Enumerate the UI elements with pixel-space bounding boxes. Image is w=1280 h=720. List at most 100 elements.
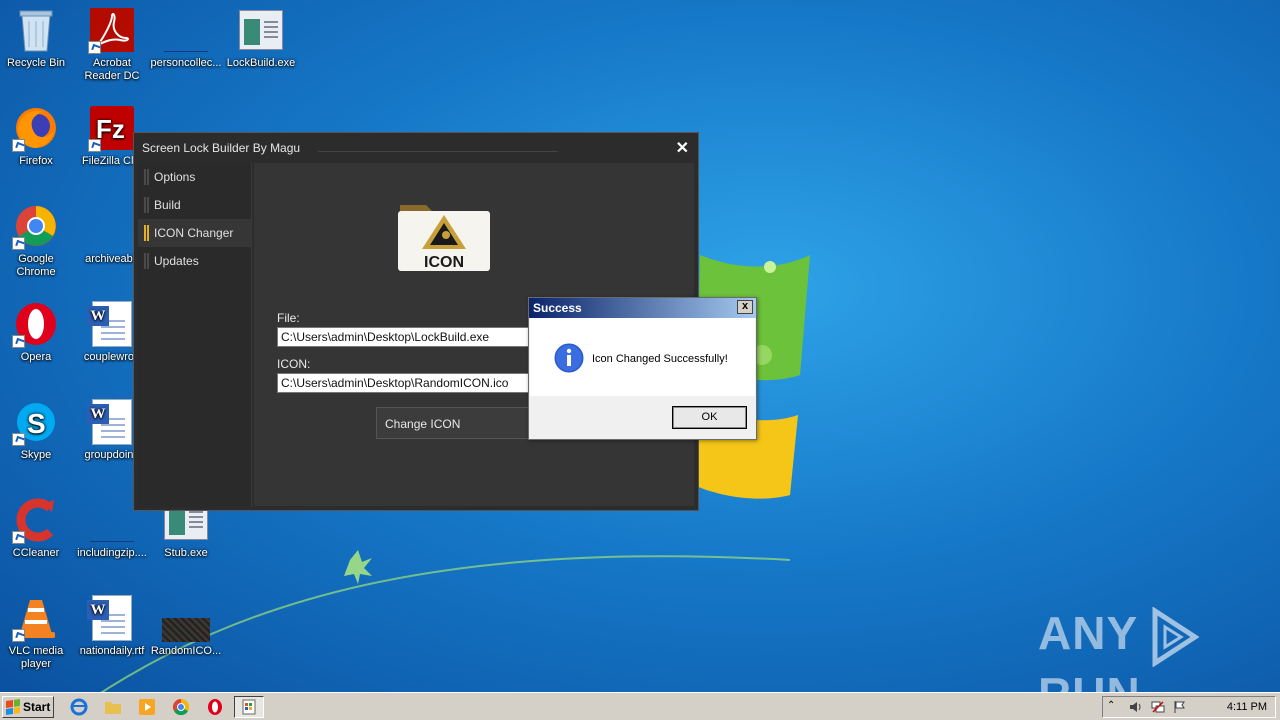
window-title: Screen Lock Builder By Magu <box>142 141 301 155</box>
dialog-body: Icon Changed Successfully! <box>530 318 755 396</box>
desktop-icon-label: personcollec... <box>150 57 222 69</box>
desktop-icon-skype[interactable]: S Skype <box>0 398 74 462</box>
volume-icon[interactable] <box>1129 700 1143 714</box>
desktop-icon-opera[interactable]: Opera <box>0 300 74 364</box>
folder-icon: ICON <box>398 205 490 271</box>
skype-icon: S <box>12 398 60 446</box>
sidebar-item-label: ICON Changer <box>154 226 234 240</box>
system-tray: ⌃ 4:11 PM <box>1102 696 1276 718</box>
desktop-icon-chrome[interactable]: Google Chrome <box>0 202 74 279</box>
recycle-bin-icon <box>12 6 60 54</box>
sidebar-item-icon-changer[interactable]: ICON Changer <box>138 219 251 247</box>
ok-button[interactable]: OK <box>672 406 747 429</box>
media-player-icon[interactable] <box>138 698 156 716</box>
nav-marker <box>144 225 146 241</box>
desktop-icon-randomico[interactable]: RandomICO... <box>148 594 224 658</box>
desktop-icon-nationdaily[interactable]: W nationdaily.rtf <box>74 594 150 658</box>
desktop-icon-acrobat[interactable]: Acrobat Reader DC <box>74 6 150 83</box>
start-button[interactable]: Start <box>2 696 54 718</box>
watermark-text: ANY <box>1038 607 1138 659</box>
desktop-icon-recycle-bin[interactable]: Recycle Bin <box>0 6 74 70</box>
shortcut-arrow-icon <box>88 41 101 54</box>
desktop-icon-lockbuild[interactable]: LockBuild.exe <box>223 6 299 70</box>
desktop-icon-ccleaner[interactable]: CCleaner <box>0 496 74 560</box>
sidebar-item-build[interactable]: Build <box>138 191 251 219</box>
shortcut-arrow-icon <box>88 139 101 152</box>
desktop-icon-label: Reader DC <box>84 70 140 82</box>
blank-file-icon <box>162 6 210 54</box>
sidebar-item-label: Options <box>154 170 196 184</box>
word-doc-icon: W <box>87 594 136 642</box>
nav-marker <box>144 169 146 185</box>
shortcut-arrow-icon <box>12 335 25 348</box>
image-file-icon <box>162 594 210 642</box>
success-dialog: Success x Icon Changed Successfully! OK <box>528 297 757 440</box>
icon-label: ICON: <box>277 357 311 371</box>
close-icon[interactable]: ✕ <box>676 138 689 158</box>
nav-marker <box>144 197 146 213</box>
windows-logo-icon <box>6 699 20 715</box>
close-icon[interactable]: x <box>737 300 753 314</box>
word-doc-icon: W <box>87 300 136 348</box>
icon-path-input[interactable]: C:\Users\admin\Desktop\RandomICON.ico <box>277 373 529 393</box>
chrome-icon[interactable] <box>172 698 190 716</box>
taskbar-task-screen-lock-builder[interactable] <box>234 696 264 718</box>
shortcut-arrow-icon <box>12 629 25 642</box>
sidebar-item-options[interactable]: Options <box>138 163 251 191</box>
network-icon[interactable] <box>1151 700 1165 714</box>
desktop-icon-label: RandomICO... <box>150 645 222 657</box>
shortcut-arrow-icon <box>12 237 25 250</box>
desktop-icon-label: Stub.exe <box>164 547 208 559</box>
info-icon <box>553 342 585 374</box>
word-doc-icon: W <box>87 398 136 446</box>
shortcut-arrow-icon <box>12 433 25 446</box>
show-hidden-icons-icon[interactable]: ⌃ <box>1107 700 1121 714</box>
shortcut-arrow-icon <box>12 531 25 544</box>
sidebar: Options Build ICON Changer Updates <box>138 163 252 507</box>
clock[interactable]: 4:11 PM <box>1227 701 1267 713</box>
firefox-icon <box>12 104 60 152</box>
dialog-titlebar[interactable]: Success x <box>529 298 756 318</box>
dialog-message: Icon Changed Successfully! <box>592 353 728 365</box>
exe-icon <box>237 6 285 54</box>
filezilla-icon: Fz <box>88 104 136 152</box>
sidebar-item-updates[interactable]: Updates <box>138 247 251 275</box>
desktop-icon-label: nationdaily.rtf <box>79 645 145 657</box>
opera-icon[interactable] <box>206 698 224 716</box>
window-titlebar[interactable]: Screen Lock Builder By Magu ✕ <box>134 133 698 161</box>
sidebar-item-label: Updates <box>154 254 199 268</box>
acrobat-icon <box>88 6 136 54</box>
desktop-icon-vlc[interactable]: VLC media player <box>0 594 74 671</box>
opera-icon <box>12 300 60 348</box>
play-logo-icon <box>1152 606 1200 667</box>
app-window-icon <box>242 699 256 715</box>
dialog-title: Success <box>533 301 582 315</box>
desktop-icon-label: LockBuild.exe <box>226 57 296 69</box>
desktop-icon-label: Acrobat <box>93 57 131 69</box>
blank-file-icon <box>88 496 136 544</box>
change-icon-button[interactable]: Change ICON <box>376 407 536 439</box>
svg-text:S: S <box>27 408 46 439</box>
desktop-icon-label: Skype <box>20 449 52 461</box>
chrome-icon <box>12 202 60 250</box>
start-label: Start <box>23 700 51 714</box>
desktop-icon-label: Firefox <box>19 155 53 167</box>
blank-file-icon <box>88 202 136 250</box>
desktop-icon-label: player <box>21 658 51 670</box>
desktop-icon-label: VLC media <box>8 645 64 657</box>
desktop-icon-label: Recycle Bin <box>6 57 66 69</box>
desktop-icon-personcollec[interactable]: personcollec... <box>148 6 224 70</box>
taskbar: Start ⌃ 4:11 PM <box>0 692 1280 720</box>
desktop-icon-label: CCleaner <box>12 547 60 559</box>
sidebar-item-label: Build <box>154 198 181 212</box>
internet-explorer-icon[interactable] <box>70 698 88 716</box>
svg-text:ICON: ICON <box>424 254 464 271</box>
nav-marker <box>144 253 146 269</box>
divider <box>318 151 558 152</box>
desktop-icon-label: Chrome <box>16 266 56 278</box>
file-label: File: <box>277 311 300 325</box>
file-path-input[interactable]: C:\Users\admin\Desktop\LockBuild.exe <box>277 327 529 347</box>
action-center-flag-icon[interactable] <box>1173 700 1187 714</box>
desktop-icon-firefox[interactable]: Firefox <box>0 104 74 168</box>
folder-icon[interactable] <box>104 698 122 716</box>
